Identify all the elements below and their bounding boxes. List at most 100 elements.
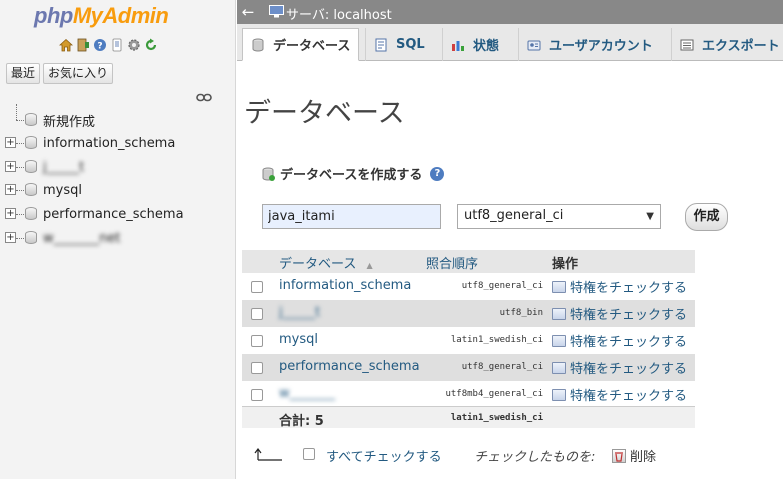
delete-label: 削除 <box>630 450 657 465</box>
tab-export[interactable]: エクスポート <box>671 28 783 61</box>
database-icon <box>251 38 265 52</box>
collation-cell: utf8_general_ci <box>461 281 543 291</box>
expand-icon[interactable]: + <box>5 232 16 243</box>
database-icon <box>25 231 37 244</box>
privileges-icon <box>552 280 566 293</box>
privileges-icon <box>552 388 566 401</box>
tab-label: 状態 <box>473 39 500 54</box>
database-icon <box>25 136 37 149</box>
favorites-button[interactable]: お気に入り <box>43 63 114 84</box>
docs-icon[interactable] <box>110 38 124 52</box>
database-name-link[interactable]: mysql <box>279 332 318 347</box>
collation-cell: latin1_swedish_ci <box>450 335 543 345</box>
home-icon[interactable] <box>59 38 73 52</box>
check-privileges-link[interactable]: 特権をチェックする <box>552 358 687 377</box>
privileges-icon <box>552 307 566 320</box>
expand-icon[interactable]: + <box>5 208 16 219</box>
check-all-checkbox[interactable] <box>303 448 315 460</box>
exit-icon[interactable] <box>76 38 90 52</box>
check-privileges-link[interactable]: 特権をチェックする <box>552 331 687 350</box>
table-total-row: 合計: 5 latin1_swedish_ci <box>242 406 695 429</box>
help-icon[interactable]: ? <box>93 38 107 52</box>
delete-button[interactable]: 削除 <box>612 446 656 465</box>
row-checkbox[interactable] <box>251 281 263 293</box>
collation-cell: utf8_bin <box>499 308 543 318</box>
row-checkbox[interactable] <box>251 308 263 320</box>
tree-label[interactable]: performance_schema <box>43 207 184 222</box>
collation-cell: utf8_general_ci <box>461 362 543 372</box>
recent-favorites-bar: 最近 お気に入り <box>6 63 114 84</box>
table-row: j_____t utf8_bin 特権をチェックする <box>242 300 695 327</box>
table-row: information_schema utf8_general_ci 特権をチェ… <box>242 273 695 300</box>
tab-databases[interactable]: データベース <box>242 28 359 61</box>
status-icon <box>451 38 465 52</box>
reload-icon[interactable] <box>144 38 158 52</box>
expand-icon[interactable]: + <box>5 161 16 172</box>
check-privileges-link[interactable]: 特権をチェックする <box>552 277 687 296</box>
export-icon <box>680 38 694 52</box>
logo[interactable]: phpMyAdmin <box>34 3 169 29</box>
total-count: 合計: 5 <box>279 414 324 429</box>
tree-label[interactable]: j_____t <box>43 160 84 175</box>
expand-icon[interactable]: + <box>5 137 16 148</box>
table-row: mysql latin1_swedish_ci 特権をチェックする <box>242 327 695 354</box>
database-name-input[interactable] <box>262 204 441 229</box>
users-icon <box>527 38 541 52</box>
settings-icon[interactable] <box>127 38 141 52</box>
check-privileges-link[interactable]: 特権をチェックする <box>552 385 687 404</box>
collation-select[interactable]: utf8_general_ci ▼ <box>457 204 661 229</box>
create-database-heading: データベースを作成する ? <box>262 164 445 183</box>
tree-label[interactable]: information_schema <box>43 136 175 151</box>
server-icon <box>269 5 284 18</box>
table-header-row: データベース ▲ 照合順序 操作 <box>242 250 695 273</box>
sql-icon <box>374 38 388 52</box>
check-all-label[interactable]: すべてチェックする <box>326 446 442 465</box>
database-name-link[interactable]: j_____t <box>279 305 320 320</box>
tab-label: ユーザアカウント <box>549 39 653 54</box>
database-icon <box>25 183 37 196</box>
link-with-main-icon[interactable] <box>196 91 212 102</box>
database-name-link[interactable]: w_______ <box>279 386 335 401</box>
privileges-icon <box>552 361 566 374</box>
tab-label: エクスポート <box>702 39 780 54</box>
create-database-label: データベースを作成する <box>280 168 423 183</box>
server-breadcrumb[interactable]: サーバ: localhost <box>286 4 392 23</box>
page-title: データベース <box>244 98 405 129</box>
logo-php-text: php <box>34 3 73 28</box>
tab-label: データベース <box>273 39 351 54</box>
tree-label: 新規作成 <box>43 114 96 130</box>
tree-connector <box>16 104 17 120</box>
tab-label: SQL <box>396 37 425 52</box>
header-database[interactable]: データベース ▲ <box>279 253 373 272</box>
collapse-nav-icon[interactable]: ← <box>239 1 257 23</box>
header-collation[interactable]: 照合順序 <box>426 253 478 272</box>
with-selected-label: チェックしたものを: <box>474 450 596 465</box>
check-privileges-link[interactable]: 特権をチェックする <box>552 304 687 323</box>
database-name-link[interactable]: information_schema <box>279 278 411 293</box>
database-name-link[interactable]: performance_schema <box>279 359 420 374</box>
tab-sql[interactable]: SQL <box>365 28 440 61</box>
arrow-up-icon <box>254 447 284 461</box>
recent-button[interactable]: 最近 <box>6 63 41 84</box>
delete-icon <box>612 448 626 463</box>
row-checkbox[interactable] <box>251 389 263 401</box>
new-database-icon <box>25 113 37 126</box>
row-checkbox[interactable] <box>251 362 263 374</box>
tab-status[interactable]: 状態 <box>442 28 514 61</box>
tree-label[interactable]: w_______net <box>43 231 120 246</box>
logo-myadmin-text: MyAdmin <box>72 3 169 28</box>
tab-user-accounts[interactable]: ユーザアカウント <box>518 28 666 61</box>
create-database-icon <box>262 167 275 181</box>
row-checkbox[interactable] <box>251 335 263 347</box>
expand-icon[interactable]: + <box>5 184 16 195</box>
create-button[interactable]: 作成 <box>685 203 728 231</box>
total-collation: latin1_swedish_ci <box>450 413 543 423</box>
svg-text:?: ? <box>97 42 102 52</box>
database-icon <box>25 207 37 220</box>
collation-select-value: utf8_general_ci <box>464 208 564 223</box>
table-row: w_______ utf8mb4_general_ci 特権をチェックする <box>242 381 695 408</box>
help-icon[interactable]: ? <box>430 166 445 181</box>
tree-label[interactable]: mysql <box>43 183 82 198</box>
sort-asc-icon: ▲ <box>366 261 373 270</box>
table-row: performance_schema utf8_general_ci 特権をチェ… <box>242 354 695 381</box>
